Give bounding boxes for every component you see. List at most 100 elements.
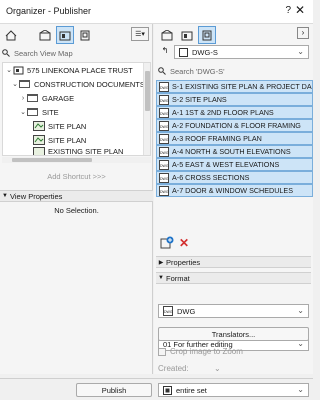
publish-scope-dropdown[interactable]: entire set ⌄ (158, 383, 309, 397)
dwg-file-icon: DWG (159, 159, 169, 170)
house-map-icon[interactable] (158, 26, 176, 44)
view-map-tree: ⌄ 575 LINEKONA PLACE TRUST ⌄ CONSTRUCTIO… (2, 62, 151, 156)
dwg-file-icon: DWG (159, 146, 169, 157)
no-selection-text: No Selection. (54, 206, 99, 215)
layout-item-a2[interactable]: DWG A-2 FOUNDATION & FLOOR FRAMING (156, 119, 313, 132)
layout-item-a3[interactable]: DWG A-3 ROOF FRAMING PLAN (156, 132, 313, 145)
layout-label: A-2 FOUNDATION & FLOOR FRAMING (172, 121, 301, 130)
close-icon[interactable]: ✕ (293, 3, 307, 17)
site-view-icon (33, 121, 45, 131)
publisher-items-list: DWG S-1 EXISTING SITE PLAN & PROJECT DA D… (156, 80, 313, 197)
publisher-sets-icon[interactable] (198, 26, 216, 44)
map-switcher (36, 26, 94, 44)
publisher-search[interactable]: Search 'DWG-S' (158, 64, 309, 78)
format-dropdown[interactable]: DWG DWG ⌄ (158, 304, 309, 318)
view-map-icon[interactable] (56, 26, 74, 44)
layout-item-a1[interactable]: DWG A-1 1ST & 2ND FLOOR PLANS (156, 106, 313, 119)
site-view-icon (33, 135, 45, 145)
tree-scrollbar[interactable] (143, 63, 150, 155)
search-input[interactable]: Search View Map (14, 49, 73, 58)
tree-item-label: GARAGE (42, 93, 75, 103)
layout-label: A-4 NORTH & SOUTH ELEVATIONS (172, 147, 291, 156)
chevron-down-icon[interactable]: ⌄ (11, 80, 19, 88)
menu-icon[interactable]: ☰▾ (131, 27, 149, 41)
left-toolbar (2, 26, 20, 44)
layout-item-a6[interactable]: DWG A-6 CROSS SECTIONS (156, 171, 313, 184)
tree-item-site[interactable]: ⌄ SITE (3, 105, 150, 119)
delete-icon[interactable]: ✕ (179, 236, 191, 250)
house-map-icon[interactable] (36, 26, 54, 44)
layout-item-s2[interactable]: DWG S-2 SITE PLANS (156, 93, 313, 106)
scrollbar-thumb[interactable] (145, 71, 150, 111)
add-item-button[interactable] (160, 236, 174, 250)
set-icon (179, 47, 188, 57)
dwg-file-icon: DWG (159, 172, 169, 183)
tree-item-site-plan-2[interactable]: SITE PLAN (3, 133, 150, 147)
scrollbar-thumb[interactable] (12, 158, 92, 162)
folder-icon (27, 108, 38, 116)
chevron-down-icon: ⌄ (297, 306, 304, 315)
dwg-file-icon: DWG (163, 306, 173, 316)
triangle-right-icon: ▶ (158, 259, 164, 266)
publish-scope-value: entire set (176, 385, 207, 395)
layout-item-a7[interactable]: DWG A-7 DOOR & WINDOW SCHEDULES (156, 184, 313, 197)
tree-item-label: SITE PLAN (48, 135, 87, 145)
right-map-switcher (158, 26, 216, 44)
chevron-down-icon: ⌄ (297, 47, 304, 56)
tree-h-scrollbar[interactable] (2, 157, 151, 163)
add-icon (160, 236, 174, 249)
title-bar: Organizer - Publisher ? ✕ (0, 0, 313, 24)
translators-button[interactable]: Translators... (158, 327, 309, 341)
layout-item-a4[interactable]: DWG A-4 NORTH & SOUTH ELEVATIONS (156, 145, 313, 158)
dwg-file-icon: DWG (159, 107, 169, 118)
layout-label: S-1 EXISTING SITE PLAN & PROJECT DA (172, 82, 312, 91)
dwg-file-icon: DWG (159, 133, 169, 144)
tree-item-existing-site-plan[interactable]: EXISTING SITE PLAN (3, 147, 150, 155)
layout-item-s1[interactable]: DWG S-1 EXISTING SITE PLAN & PROJECT DA (156, 80, 313, 93)
chevron-down-icon[interactable]: ⌄ (5, 66, 13, 74)
dwg-file-icon: DWG (159, 120, 169, 131)
layout-item-a5[interactable]: DWG A-5 EAST & WEST ELEVATIONS (156, 158, 313, 171)
up-arrow-icon[interactable]: ↰ (158, 46, 172, 58)
search-icon (2, 49, 10, 57)
format-header[interactable]: ▼ Format (156, 272, 311, 284)
set-name: DWG-S (192, 47, 218, 57)
layout-book-icon[interactable] (76, 26, 94, 44)
project-map-icon[interactable] (2, 26, 20, 44)
publish-button[interactable]: Publish (76, 383, 152, 397)
chevron-right-icon[interactable]: › (19, 95, 27, 102)
crop-checkbox[interactable] (158, 347, 166, 356)
search-input[interactable]: Search 'DWG-S' (170, 67, 225, 76)
window-title: Organizer - Publisher (6, 6, 92, 16)
format-value: DWG (177, 306, 196, 316)
layout-label: A-1 1ST & 2ND FLOOR PLANS (172, 108, 274, 117)
tree-item-label: SITE PLAN (48, 121, 87, 131)
help-icon[interactable]: ? (285, 5, 291, 16)
tree-item-root[interactable]: ⌄ 575 LINEKONA PLACE TRUST (3, 63, 150, 77)
dwg-file-icon: DWG (159, 81, 169, 92)
chevron-down-icon[interactable]: ⌄ (214, 364, 226, 373)
properties-label: Properties (166, 257, 201, 267)
publisher-set-dropdown[interactable]: DWG-S ⌄ (174, 45, 309, 59)
dwg-file-icon: DWG (159, 185, 169, 196)
view-map-icon[interactable] (178, 26, 196, 44)
expand-icon[interactable]: › (297, 27, 309, 39)
tree-item-construction-documents[interactable]: ⌄ CONSTRUCTION DOCUMENTS (3, 77, 150, 91)
layout-label: A-3 ROOF FRAMING PLAN (172, 134, 262, 143)
tree-item-label: EXISTING SITE PLAN (48, 147, 124, 155)
add-shortcut-button[interactable]: Add Shortcut >>> (0, 172, 153, 181)
layout-label: S-2 SITE PLANS (172, 95, 227, 104)
format-label: Format (166, 273, 190, 283)
created-label: Created: (158, 364, 189, 373)
view-map-search[interactable]: Search View Map (2, 46, 151, 60)
chevron-down-icon[interactable]: ⌄ (19, 108, 27, 116)
properties-header[interactable]: ▶ Properties (156, 256, 311, 268)
triangle-down-icon: ▼ (158, 275, 164, 281)
view-map-pane: ☰▾ Search View Map ⌄ 575 LINEKONA PLACE … (0, 24, 153, 374)
layout-label: A-7 DOOR & WINDOW SCHEDULES (172, 186, 294, 195)
view-properties-header[interactable]: ▼ View Properties (0, 190, 153, 202)
folder-icon (27, 94, 38, 102)
tree-item-garage[interactable]: › GARAGE (3, 91, 150, 105)
tree-item-label: SITE (42, 107, 59, 117)
tree-item-site-plan[interactable]: SITE PLAN (3, 119, 150, 133)
